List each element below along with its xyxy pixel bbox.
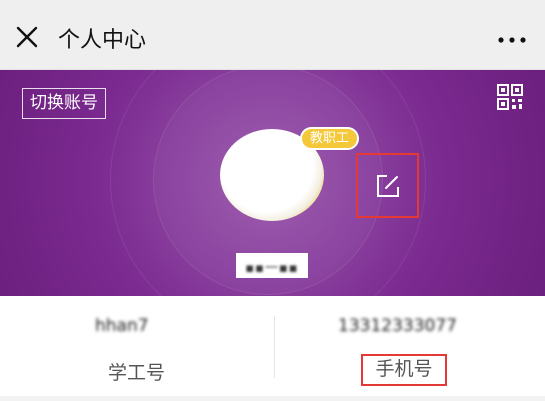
divider	[274, 316, 275, 378]
switch-account-button[interactable]: 切换账号	[22, 88, 106, 119]
edit-icon	[377, 175, 399, 197]
qr-code-icon[interactable]	[497, 84, 523, 110]
staff-id-value: hhan7	[95, 316, 149, 336]
staff-id-label: 学工号	[108, 362, 166, 384]
phone-field[interactable]: 手机号	[361, 354, 447, 386]
top-nav-bar: 个人中心	[0, 0, 545, 70]
close-icon[interactable]	[14, 24, 40, 50]
phone-value: 13312333077	[338, 316, 457, 336]
info-card: hhan7 学工号 13312333077 手机号	[0, 296, 545, 396]
user-name: ▪▪一▪▪	[245, 261, 299, 276]
more-icon[interactable]	[497, 36, 527, 44]
phone-label: 手机号	[375, 358, 433, 380]
role-badge: 教职工	[300, 127, 360, 150]
edit-profile-button[interactable]	[356, 153, 419, 218]
user-name-box: ▪▪一▪▪	[236, 253, 308, 278]
profile-header: 切换账号 教职工 ▪▪一▪▪	[0, 70, 545, 296]
page-title: 个人中心	[58, 28, 147, 53]
